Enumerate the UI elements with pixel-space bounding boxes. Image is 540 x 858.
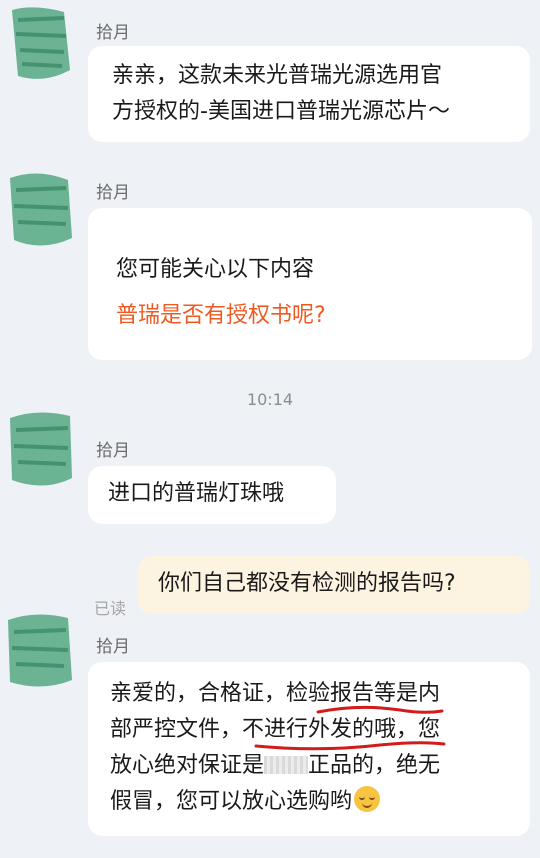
message-text: 方授权的-美国进口普瑞光源芯片～ (112, 99, 450, 124)
message-text: 部严控文件，不进行外发的哦，您 (110, 717, 441, 742)
avatar-image (4, 404, 80, 496)
suggestion-link[interactable]: 普瑞是否有授权书呢? (116, 298, 532, 334)
message-bubble[interactable]: 您可能关心以下内容 普瑞是否有授权书呢? (88, 208, 532, 360)
sender-name: 拾月 (96, 637, 130, 657)
outgoing-message-bubble[interactable]: 你们自己都没有检测的报告吗? (138, 556, 530, 614)
chat-window: 拾月 亲亲，这款未来光普瑞光源选用官 方授权的-美国进口普瑞光源芯片～ 拾月 您… (0, 0, 540, 858)
avatar[interactable] (4, 404, 80, 496)
message-text-part: 正品的，绝无 (308, 753, 441, 778)
sender-name: 拾月 (96, 183, 130, 203)
read-receipt: 已读 (94, 599, 127, 618)
sender-name: 拾月 (96, 441, 130, 461)
message-text: 假冒，您可以放心选购哟 (110, 784, 530, 820)
message-bubble[interactable]: 进口的普瑞灯珠哦 (88, 466, 336, 524)
message-bubble[interactable]: 亲爱的，合格证，检验报告等是内 部严控文件，不进行外发的哦，您 放心绝对保证是 正… (88, 662, 530, 836)
message-text-part: 假冒，您可以放心选购哟 (110, 789, 353, 814)
message-bubble[interactable]: 亲亲，这款未来光普瑞光源选用官 方授权的-美国进口普瑞光源芯片～ (88, 46, 530, 142)
avatar-image (4, 0, 80, 92)
avatar[interactable] (4, 166, 80, 258)
relieved-face-emoji-icon (354, 786, 381, 812)
suggestion-intro: 您可能关心以下内容 (116, 257, 315, 282)
timestamp: 10:14 (246, 390, 294, 409)
message-text-part: 放心绝对保证是 (110, 753, 265, 778)
avatar[interactable] (4, 604, 80, 696)
redacted-mosaic (264, 756, 309, 774)
sender-name: 拾月 (96, 23, 130, 43)
message-text: 进口的普瑞灯珠哦 (108, 481, 285, 506)
avatar[interactable] (4, 0, 80, 92)
message-text: 亲亲，这款未来光普瑞光源选用官 (112, 63, 443, 88)
message-text: 你们自己都没有检测的报告吗? (158, 571, 456, 596)
message-text: 亲爱的，合格证，检验报告等是内 (110, 681, 441, 706)
avatar-image (4, 604, 80, 696)
message-text: 放心绝对保证是 正品的，绝无 (110, 748, 530, 784)
avatar-image (4, 166, 80, 258)
